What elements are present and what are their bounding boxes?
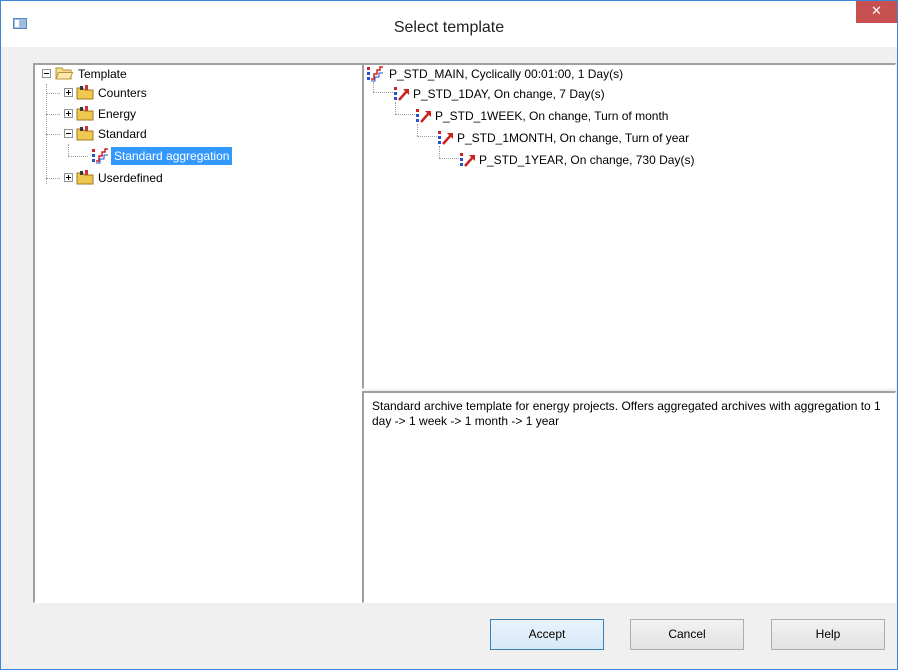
folder-icon [76,170,94,185]
tree-label: Standard [98,127,147,141]
tree-node-counters[interactable]: Counters [35,84,335,102]
folder-icon [76,85,94,100]
tree-node-standard-aggregation[interactable]: Standard aggregation [35,147,335,165]
collapse-toggle-icon[interactable] [42,69,51,78]
dialog-client: Template Counters Energy Standard Standa… [9,47,896,661]
archive-tree[interactable]: P_STD_MAIN, Cyclically 00:01:00, 1 Day(s… [362,63,896,389]
tree-node-template[interactable]: Template [35,65,335,83]
aggregated-archive-icon [416,109,431,123]
title-bar[interactable]: Select template ✕ [1,1,897,47]
archive-node-1week[interactable]: P_STD_1WEEK, On change, Turn of month [364,107,884,125]
archive-label: P_STD_1DAY, On change, 7 Day(s) [413,87,605,101]
aggregated-archive-icon [438,131,453,145]
archive-node-1month[interactable]: P_STD_1MONTH, On change, Turn of year [364,129,884,147]
close-button[interactable]: ✕ [856,1,897,23]
archive-label: P_STD_MAIN, Cyclically 00:01:00, 1 Day(s… [389,67,624,81]
cancel-button[interactable]: Cancel [630,619,744,650]
tree-label: Template [78,67,127,81]
tree-node-energy[interactable]: Energy [35,105,335,123]
tree-label: Counters [98,86,147,100]
folder-icon [76,106,94,121]
folder-open-icon [55,67,73,80]
template-tree[interactable]: Template Counters Energy Standard Standa… [33,63,363,603]
folder-icon [76,126,94,141]
aggregation-icon [92,148,108,164]
archive-node-main[interactable]: P_STD_MAIN, Cyclically 00:01:00, 1 Day(s… [364,65,884,83]
main-archive-icon [367,66,383,82]
template-description: Standard archive template for energy pro… [372,399,881,428]
tree-label: Userdefined [98,171,163,185]
collapse-toggle-icon[interactable] [64,129,73,138]
dialog-window: Select template ✕ Template Counters Ener… [0,0,898,670]
expand-toggle-icon[interactable] [64,88,73,97]
aggregated-archive-icon [394,87,409,101]
archive-label: P_STD_1MONTH, On change, Turn of year [457,131,690,145]
archive-node-1year[interactable]: P_STD_1YEAR, On change, 730 Day(s) [364,151,884,169]
archive-label: P_STD_1WEEK, On change, Turn of month [435,109,669,123]
window-title: Select template [393,19,505,36]
archive-label: P_STD_1YEAR, On change, 730 Day(s) [479,153,695,167]
help-button[interactable]: Help [771,619,885,650]
aggregated-archive-icon [460,153,475,167]
tree-node-standard[interactable]: Standard [35,125,335,143]
expand-toggle-icon[interactable] [64,173,73,182]
tree-label: Standard aggregation [111,147,233,165]
tree-node-userdefined[interactable]: Userdefined [35,169,335,187]
description-panel[interactable]: Standard archive template for energy pro… [362,391,896,603]
expand-toggle-icon[interactable] [64,109,73,118]
archive-node-1day[interactable]: P_STD_1DAY, On change, 7 Day(s) [364,85,884,103]
accept-button[interactable]: Accept [490,619,604,650]
tree-label: Energy [98,107,137,121]
